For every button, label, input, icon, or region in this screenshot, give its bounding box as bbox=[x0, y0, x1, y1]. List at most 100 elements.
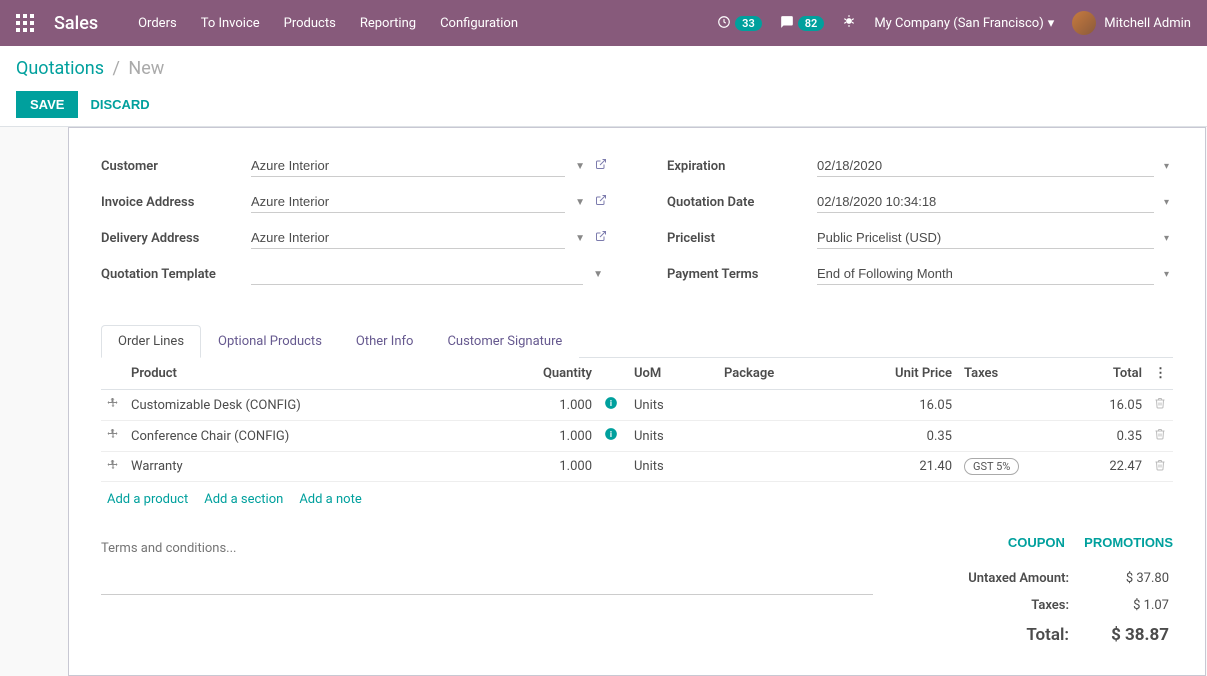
th-options-icon[interactable]: ⋮ bbox=[1148, 358, 1173, 390]
delete-row-icon[interactable] bbox=[1148, 421, 1173, 452]
add-product-link[interactable]: Add a product bbox=[107, 492, 188, 507]
caret-down-icon[interactable]: ▾ bbox=[1160, 161, 1173, 172]
caret-down-icon[interactable]: ▼ bbox=[571, 161, 589, 172]
quotation-date-field[interactable] bbox=[817, 191, 1154, 213]
row-package[interactable] bbox=[718, 421, 858, 452]
messages-icon bbox=[780, 15, 794, 32]
row-uom[interactable]: Units bbox=[628, 421, 718, 452]
expiration-label: Expiration bbox=[667, 159, 817, 174]
app-title[interactable]: Sales bbox=[54, 13, 98, 34]
info-icon[interactable]: i bbox=[604, 427, 619, 442]
th-package: Package bbox=[718, 358, 858, 390]
row-info[interactable]: i bbox=[598, 421, 628, 452]
avatar bbox=[1072, 11, 1096, 35]
tab-optional-products[interactable]: Optional Products bbox=[201, 325, 339, 358]
row-taxes[interactable]: GST 5% bbox=[958, 452, 1048, 482]
totals-area: COUPON PROMOTIONS Untaxed Amount: $ 37.8… bbox=[893, 535, 1173, 651]
drag-handle-icon[interactable] bbox=[101, 452, 125, 482]
row-unit-price[interactable]: 0.35 bbox=[858, 421, 958, 452]
tab-other-info[interactable]: Other Info bbox=[339, 325, 431, 358]
caret-down-icon[interactable]: ▾ bbox=[1160, 233, 1173, 244]
nav-products[interactable]: Products bbox=[284, 16, 336, 31]
breadcrumb: Quotations / New bbox=[16, 58, 1191, 79]
breadcrumb-root[interactable]: Quotations bbox=[16, 58, 104, 79]
add-links: Add a product Add a section Add a note bbox=[101, 482, 1173, 517]
tab-customer-signature[interactable]: Customer Signature bbox=[430, 325, 579, 358]
nav-reporting[interactable]: Reporting bbox=[360, 16, 416, 31]
form-sheet: Customer ▼ Invoice Address ▼ bbox=[68, 127, 1206, 676]
breadcrumb-separator: / bbox=[112, 58, 119, 79]
row-uom[interactable]: Units bbox=[628, 390, 718, 421]
table-row[interactable]: Conference Chair (CONFIG)1.000 i Units 0.35… bbox=[101, 421, 1173, 452]
caret-down-icon[interactable]: ▼ bbox=[571, 197, 589, 208]
table-row[interactable]: Warranty1.000Units21.40GST 5%22.47 bbox=[101, 452, 1173, 482]
total-label: Total: bbox=[897, 625, 1069, 645]
row-uom[interactable]: Units bbox=[628, 452, 718, 482]
delete-row-icon[interactable] bbox=[1148, 452, 1173, 482]
coupon-button[interactable]: COUPON bbox=[1008, 535, 1065, 550]
row-taxes[interactable] bbox=[958, 390, 1048, 421]
tab-order-lines[interactable]: Order Lines bbox=[101, 325, 201, 358]
row-taxes[interactable] bbox=[958, 421, 1048, 452]
nav-configuration[interactable]: Configuration bbox=[440, 16, 518, 31]
external-link-icon[interactable] bbox=[595, 158, 607, 174]
table-row[interactable]: Customizable Desk (CONFIG)1.000 i Units 16.… bbox=[101, 390, 1173, 421]
th-total: Total bbox=[1048, 358, 1148, 390]
discard-button[interactable]: DISCARD bbox=[90, 97, 149, 112]
order-lines-table: Product Quantity UoM Package Unit Price … bbox=[101, 358, 1173, 482]
form-group: Customer ▼ Invoice Address ▼ bbox=[101, 152, 1173, 296]
quotation-date-label: Quotation Date bbox=[667, 195, 817, 210]
row-quantity[interactable]: 1.000 bbox=[508, 452, 598, 482]
add-section-link[interactable]: Add a section bbox=[204, 492, 283, 507]
invoice-address-field[interactable] bbox=[251, 191, 565, 213]
tax-tag[interactable]: GST 5% bbox=[964, 458, 1019, 475]
add-note-link[interactable]: Add a note bbox=[299, 492, 361, 507]
delivery-address-field[interactable] bbox=[251, 227, 565, 249]
external-link-icon[interactable] bbox=[595, 194, 607, 210]
customer-field[interactable] bbox=[251, 155, 565, 177]
promotions-button[interactable]: PROMOTIONS bbox=[1084, 535, 1173, 550]
row-info[interactable]: i bbox=[598, 390, 628, 421]
activities-indicator[interactable]: 33 bbox=[717, 15, 762, 32]
nav-orders[interactable]: Orders bbox=[138, 16, 177, 31]
quotation-template-field[interactable] bbox=[251, 263, 583, 285]
quotation-template-label: Quotation Template bbox=[101, 267, 251, 282]
delete-row-icon[interactable] bbox=[1148, 390, 1173, 421]
messages-badge: 82 bbox=[798, 16, 825, 31]
row-quantity[interactable]: 1.000 bbox=[508, 390, 598, 421]
caret-down-icon[interactable]: ▾ bbox=[1160, 269, 1173, 280]
save-button[interactable]: SAVE bbox=[16, 91, 78, 118]
caret-down-icon[interactable]: ▾ bbox=[1160, 197, 1173, 208]
company-selector[interactable]: My Company (San Francisco) ▾ bbox=[874, 16, 1054, 31]
row-unit-price[interactable]: 21.40 bbox=[858, 452, 958, 482]
debug-icon[interactable] bbox=[842, 14, 856, 32]
external-link-icon[interactable] bbox=[595, 230, 607, 246]
nav-menu: Orders To Invoice Products Reporting Con… bbox=[138, 16, 518, 31]
row-product[interactable]: Warranty bbox=[125, 452, 508, 482]
taxes-label: Taxes: bbox=[897, 598, 1069, 613]
row-product[interactable]: Conference Chair (CONFIG) bbox=[125, 421, 508, 452]
nav-to-invoice[interactable]: To Invoice bbox=[201, 16, 260, 31]
row-unit-price[interactable]: 16.05 bbox=[858, 390, 958, 421]
terms-input[interactable] bbox=[101, 535, 873, 595]
row-quantity[interactable]: 1.000 bbox=[508, 421, 598, 452]
drag-handle-icon[interactable] bbox=[101, 421, 125, 452]
svg-text:i: i bbox=[610, 429, 612, 439]
user-menu[interactable]: Mitchell Admin bbox=[1072, 11, 1191, 35]
messages-indicator[interactable]: 82 bbox=[780, 15, 825, 32]
pricelist-field[interactable] bbox=[817, 227, 1154, 249]
payment-terms-field[interactable] bbox=[817, 263, 1154, 285]
caret-down-icon[interactable]: ▼ bbox=[589, 269, 607, 280]
breadcrumb-current: New bbox=[128, 58, 164, 79]
th-product: Product bbox=[125, 358, 508, 390]
row-product[interactable]: Customizable Desk (CONFIG) bbox=[125, 390, 508, 421]
info-icon[interactable]: i bbox=[604, 396, 619, 411]
expiration-field[interactable] bbox=[817, 155, 1154, 177]
delivery-address-label: Delivery Address bbox=[101, 231, 251, 246]
row-package[interactable] bbox=[718, 390, 858, 421]
caret-down-icon[interactable]: ▼ bbox=[571, 233, 589, 244]
drag-handle-icon[interactable] bbox=[101, 390, 125, 421]
apps-icon[interactable] bbox=[16, 14, 34, 32]
row-package[interactable] bbox=[718, 452, 858, 482]
clock-icon bbox=[717, 15, 731, 32]
